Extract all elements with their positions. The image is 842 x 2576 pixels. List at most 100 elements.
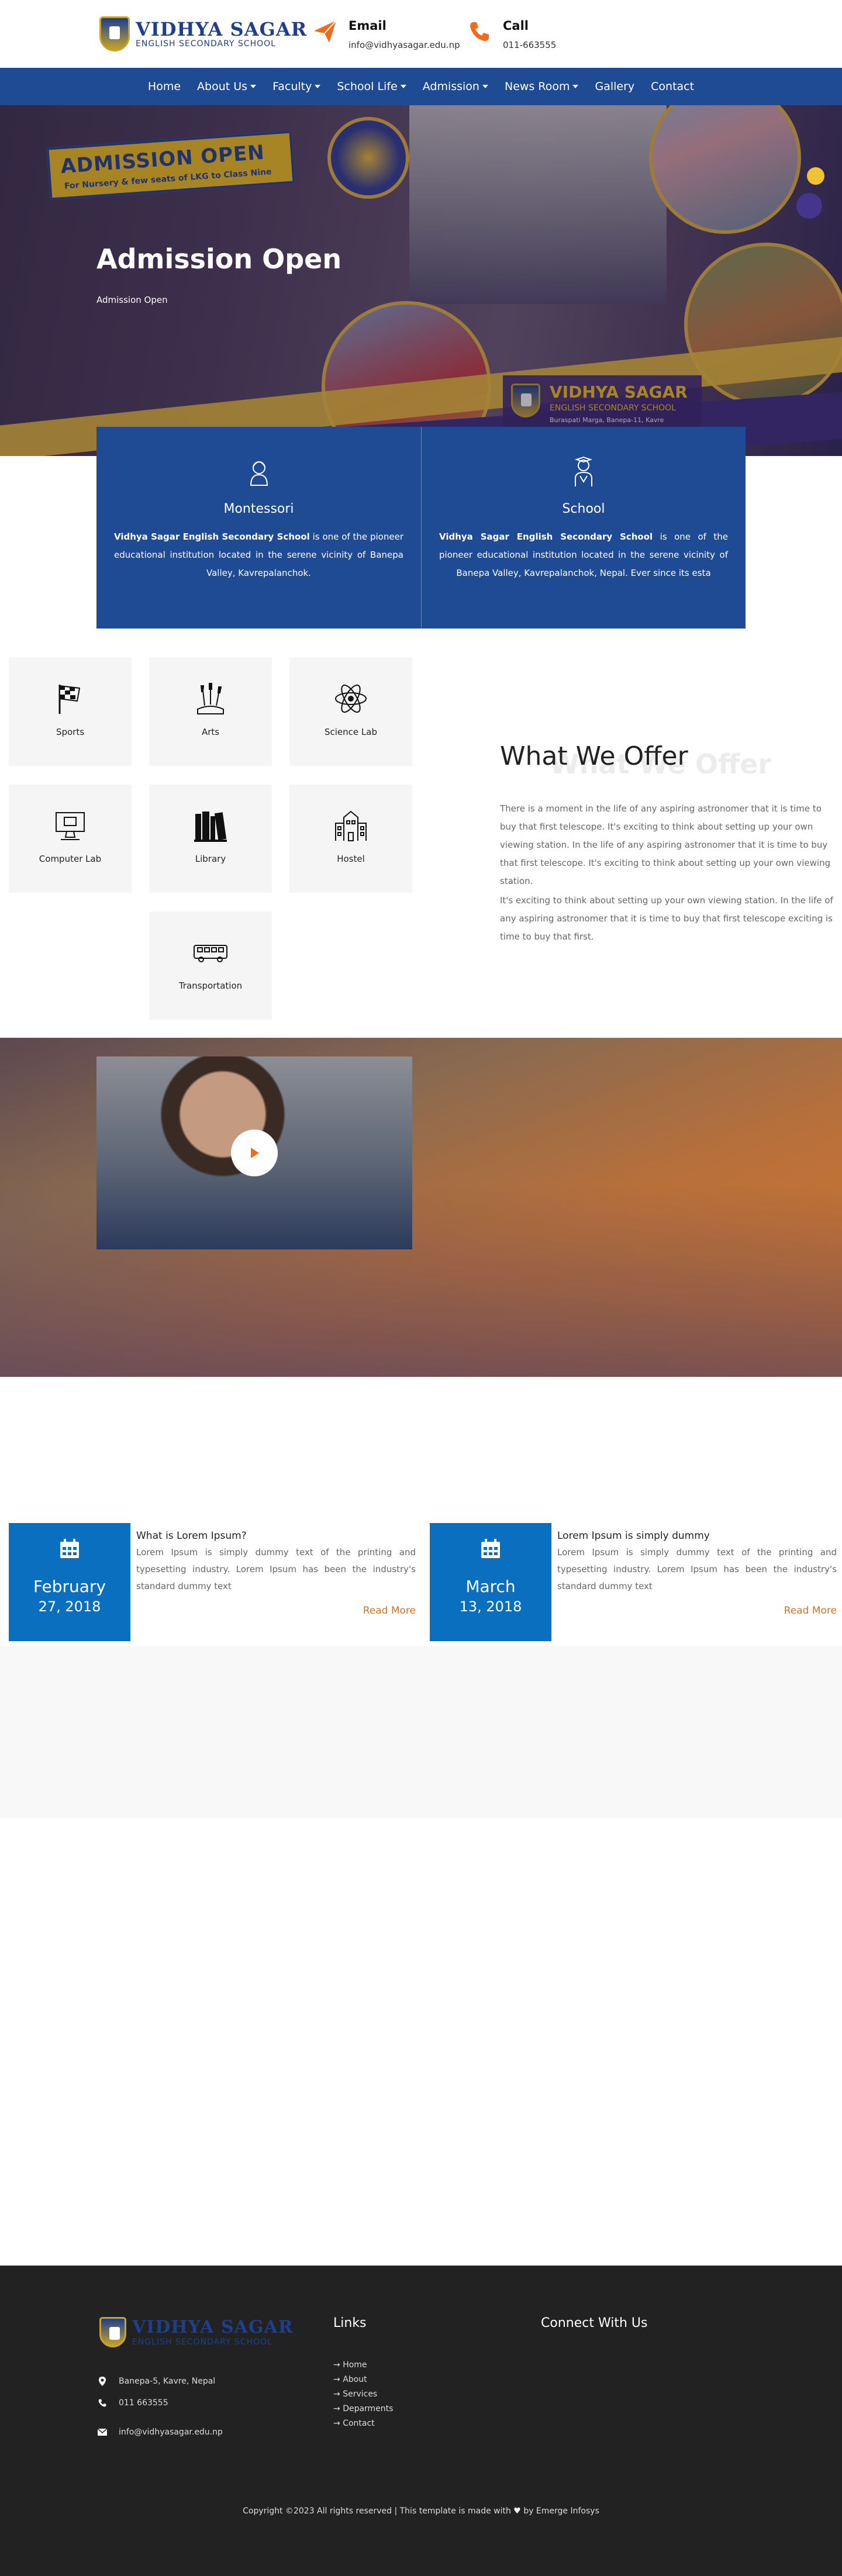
tile-label: Hostel <box>337 854 365 864</box>
news-date: February 27, 2018 <box>9 1523 130 1641</box>
read-more-link[interactable]: Read More <box>363 1605 416 1617</box>
nav-news-room[interactable]: News Room <box>496 80 587 93</box>
footer-email: info@vidhyasagar.edu.np <box>96 2426 223 2438</box>
logo-name: VIDHYA SAGAR <box>136 18 308 40</box>
footer-link-departments[interactable]: → Deparments <box>333 2402 393 2416</box>
video-thumbnail[interactable] <box>96 1056 412 1249</box>
news-month: March <box>465 1577 516 1596</box>
nav-faculty[interactable]: Faculty <box>264 80 329 93</box>
address-text: Banepa-5, Kavre, Nepal <box>119 2377 216 2386</box>
hero-banner: ADMISSION OPEN For Nursery & few seats o… <box>0 105 842 456</box>
offer-paragraph: There is a moment in the life of any asp… <box>500 803 831 886</box>
news-day: 13, 2018 <box>459 1598 522 1615</box>
news-title[interactable]: What is Lorem Ipsum? <box>136 1530 416 1542</box>
email-value[interactable]: info@vidhyasagar.edu.np <box>348 40 460 50</box>
offer-tile-science-lab[interactable]: Science Lab <box>289 658 412 766</box>
nav-label: Gallery <box>595 80 635 93</box>
footer-logo[interactable]: VIDHYA SAGAR ENGLISH SECONDARY SCHOOL <box>99 2317 294 2347</box>
phone-text[interactable]: 011 663555 <box>119 2398 168 2408</box>
nav-school-life[interactable]: School Life <box>329 80 414 93</box>
footer-link-contact[interactable]: → Contact <box>333 2416 393 2431</box>
tile-label: Computer Lab <box>39 854 102 864</box>
email-contact: Email info@vidhyasagar.edu.np <box>310 16 460 50</box>
school-logo[interactable]: VIDHYA SAGAR ENGLISH SECONDARY SCHOOL <box>99 16 307 51</box>
feature-card-montessori: Montessori Vidhya Sagar English Secondar… <box>96 427 421 629</box>
building-icon <box>332 807 370 844</box>
copyright-credit[interactable]: by Emerge Infosys <box>523 2506 599 2516</box>
play-icon <box>251 1148 259 1158</box>
offer-paragraph: It's exciting to think about setting up … <box>500 895 833 942</box>
nav-admission[interactable]: Admission <box>415 80 496 93</box>
paint-brushes-icon <box>192 680 229 717</box>
play-button[interactable] <box>231 1130 278 1176</box>
offer-tile-hostel[interactable]: Hostel <box>289 785 412 893</box>
nav-label: Admission <box>422 80 479 93</box>
footer-link-home[interactable]: → Home <box>333 2358 393 2373</box>
school-crest-icon <box>99 16 130 51</box>
link-label: Deparments <box>343 2404 394 2413</box>
news-text: Lorem Ipsum is simply dummy text of the … <box>136 1547 416 1591</box>
feature-title: School <box>562 502 605 516</box>
location-pin-icon <box>96 2375 108 2387</box>
nav-label: News Room <box>504 80 570 93</box>
offer-heading: What We Offer <box>500 741 688 771</box>
footer-link-about[interactable]: → About <box>333 2373 393 2387</box>
nav-label: Contact <box>651 80 695 93</box>
offer-tile-library[interactable]: Library <box>149 785 272 893</box>
caret-down-icon <box>250 85 257 88</box>
nav-label: Faculty <box>272 80 312 93</box>
footer-links-title: Links <box>333 2316 367 2330</box>
bus-icon <box>192 934 229 971</box>
nav-contact[interactable]: Contact <box>643 80 702 93</box>
footer-link-services[interactable]: → Services <box>333 2387 393 2402</box>
envelope-icon <box>96 2426 108 2438</box>
call-contact: Call 011-663555 <box>464 16 556 50</box>
tile-label: Library <box>195 854 226 864</box>
footer-address: Banepa-5, Kavre, Nepal <box>96 2375 215 2387</box>
phone-icon <box>464 16 495 47</box>
nav-about-us[interactable]: About Us <box>189 80 264 93</box>
breadcrumb: Admission Open <box>96 295 168 305</box>
link-label: Home <box>343 2360 367 2370</box>
computer-icon <box>51 807 89 844</box>
offer-tile-transportation[interactable]: Transportation <box>149 911 272 1020</box>
logo-text: VIDHYA SAGAR ENGLISH SECONDARY SCHOOL <box>132 2318 294 2347</box>
nav-label: About Us <box>197 80 248 93</box>
copyright-text: Copyright ©2023 All rights reserved | Th… <box>243 2506 511 2516</box>
video-section <box>0 1038 842 1377</box>
decor-dot <box>807 167 824 185</box>
nav-label: School Life <box>337 80 398 93</box>
caret-down-icon <box>315 85 321 88</box>
phone-icon <box>96 2397 108 2409</box>
tile-label: Arts <box>201 727 220 737</box>
link-label: Services <box>343 2389 378 2399</box>
tile-label: Sports <box>56 727 85 737</box>
nav-home[interactable]: Home <box>140 80 189 93</box>
link-label: About <box>343 2375 367 2384</box>
nav-label: Home <box>147 80 181 93</box>
offer-tile-computer-lab[interactable]: Computer Lab <box>9 785 132 893</box>
caret-down-icon <box>400 85 406 88</box>
read-more-link[interactable]: Read More <box>784 1605 837 1617</box>
news-card: March 13, 2018 Lorem Ipsum is simply dum… <box>430 1523 842 1641</box>
feature-bold: Vidhya Sagar English Secondary School <box>439 531 653 542</box>
nav-gallery[interactable]: Gallery <box>586 80 643 93</box>
calendar-icon <box>58 1537 81 1560</box>
call-value[interactable]: 011-663555 <box>503 40 556 50</box>
email-text[interactable]: info@vidhyasagar.edu.np <box>119 2427 223 2437</box>
feature-text: Vidhya Sagar English Secondary School is… <box>439 528 728 582</box>
footer-logo-name: VIDHYA SAGAR <box>132 2317 294 2337</box>
school-crest-icon <box>99 2317 126 2347</box>
paper-plane-icon <box>310 16 340 47</box>
feature-text: Vidhya Sagar English Secondary School is… <box>114 528 403 582</box>
link-label: Contact <box>343 2419 375 2428</box>
footer-connect-title: Connect With Us <box>541 2316 648 2330</box>
news-title[interactable]: Lorem Ipsum is simply dummy <box>557 1530 837 1542</box>
offer-tile-arts[interactable]: Arts <box>149 658 272 766</box>
offer-tile-sports[interactable]: Sports <box>9 658 132 766</box>
hero-overlay <box>0 105 842 456</box>
books-icon <box>192 807 229 844</box>
footer: VIDHYA SAGAR ENGLISH SECONDARY SCHOOL Ba… <box>0 2266 842 2576</box>
montessori-icon <box>243 456 275 489</box>
call-title: Call <box>503 19 529 33</box>
